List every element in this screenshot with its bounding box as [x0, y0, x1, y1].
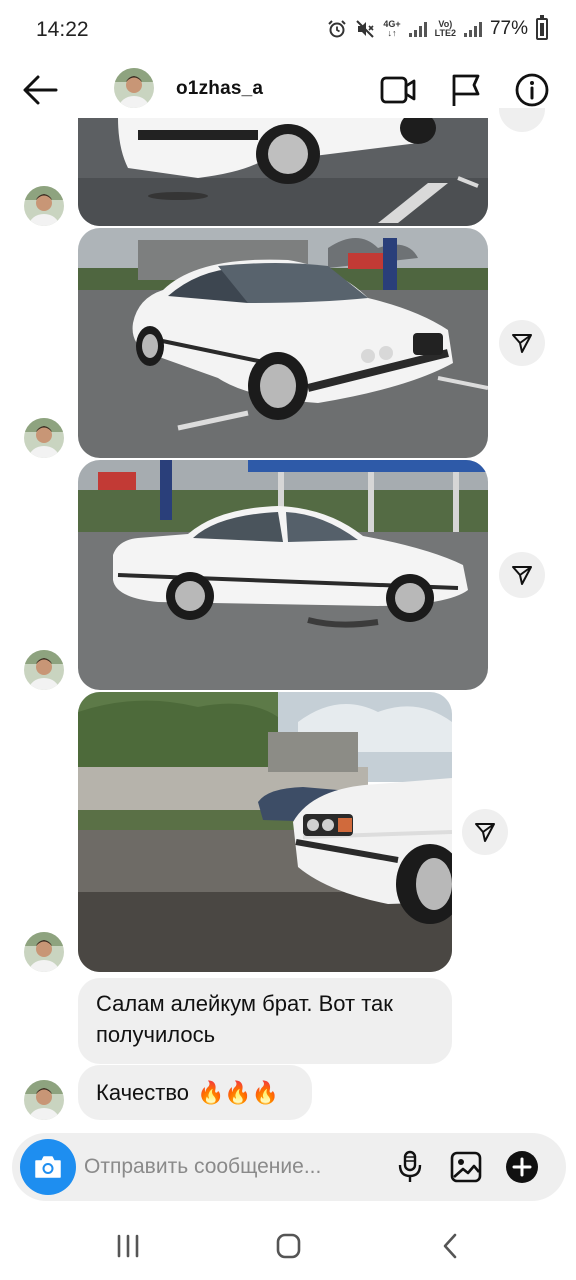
car-photo-image: [78, 228, 488, 458]
car-photo-image: [78, 118, 488, 226]
voice-message-button[interactable]: [390, 1147, 430, 1187]
gallery-button[interactable]: [446, 1147, 486, 1187]
recent-apps-icon: [117, 1234, 139, 1258]
message-text: Качество: [96, 1080, 190, 1105]
sender-avatar[interactable]: [24, 418, 64, 458]
avatar-image: [24, 1080, 64, 1120]
battery-percent: 77%: [489, 18, 528, 39]
message-input[interactable]: [84, 1151, 394, 1183]
report-button[interactable]: [446, 70, 486, 110]
message-bubble[interactable]: Салам алейкум брат. Вот так получилось: [78, 978, 452, 1064]
message-photo[interactable]: [78, 228, 488, 458]
volte-indicator: Vo) LTE2: [434, 19, 456, 38]
mute-icon: [356, 20, 375, 38]
send-icon: [512, 566, 532, 585]
system-back-button[interactable]: [430, 1230, 470, 1262]
back-button[interactable]: [20, 72, 60, 108]
microphone-icon: [398, 1150, 422, 1182]
status-time: 14:22: [36, 18, 89, 41]
sender-avatar[interactable]: [24, 1080, 64, 1120]
chat-username[interactable]: o1zhas_a: [176, 78, 263, 100]
info-button[interactable]: [512, 70, 552, 110]
home-button[interactable]: [268, 1230, 308, 1262]
car-photo-image: [78, 692, 452, 972]
message-text: Салам алейкум брат. Вот так получилось: [96, 991, 393, 1047]
share-button[interactable]: [499, 552, 545, 598]
more-options-button[interactable]: [502, 1147, 542, 1187]
share-button[interactable]: [499, 320, 545, 366]
sender-avatar[interactable]: [24, 932, 64, 972]
gallery-icon: [450, 1151, 482, 1183]
video-call-button[interactable]: [378, 70, 418, 110]
avatar-image: [24, 186, 64, 226]
message-photo[interactable]: [78, 692, 452, 972]
home-icon: [276, 1233, 301, 1259]
message-bubble[interactable]: Качество 🔥🔥🔥: [78, 1065, 312, 1120]
plus-circle-icon: [506, 1151, 538, 1183]
send-icon: [512, 334, 532, 353]
avatar-image: [114, 68, 154, 108]
car-photo-image: [78, 460, 488, 690]
message-photo[interactable]: [78, 460, 488, 690]
share-button-partial[interactable]: [499, 108, 545, 132]
message-composer: [12, 1133, 566, 1201]
alarm-icon: [328, 20, 347, 38]
sender-avatar[interactable]: [24, 650, 64, 690]
chat-header: o1zhas_a: [0, 58, 576, 122]
battery-icon: [536, 15, 548, 40]
camera-icon: [35, 1156, 61, 1178]
network-4g-indicator: 4G+ ↓↑: [383, 19, 401, 38]
header-avatar[interactable]: [114, 68, 154, 108]
status-icons: 4G+ ↓↑ Vo) LTE2 77%: [327, 15, 548, 42]
status-bar: 14:22 4G+ ↓↑ Vo) LTE2 77%: [0, 0, 576, 58]
share-button[interactable]: [462, 809, 508, 855]
system-navigation-bar: [0, 1212, 576, 1280]
signal-icon: [408, 21, 427, 37]
flag-icon: [452, 74, 480, 106]
camera-button[interactable]: [20, 1139, 76, 1195]
video-call-icon: [380, 76, 416, 104]
message-photo[interactable]: [78, 118, 488, 226]
recent-apps-button[interactable]: [108, 1230, 148, 1262]
avatar-image: [24, 418, 64, 458]
send-icon: [475, 823, 495, 842]
signal-icon-2: [463, 21, 482, 37]
info-icon: [515, 73, 549, 107]
chevron-left-icon: [443, 1233, 457, 1259]
fire-emoji: 🔥🔥🔥: [197, 1080, 280, 1105]
avatar-image: [24, 932, 64, 972]
avatar-image: [24, 650, 64, 690]
back-arrow-icon: [23, 75, 58, 105]
sender-avatar[interactable]: [24, 186, 64, 226]
